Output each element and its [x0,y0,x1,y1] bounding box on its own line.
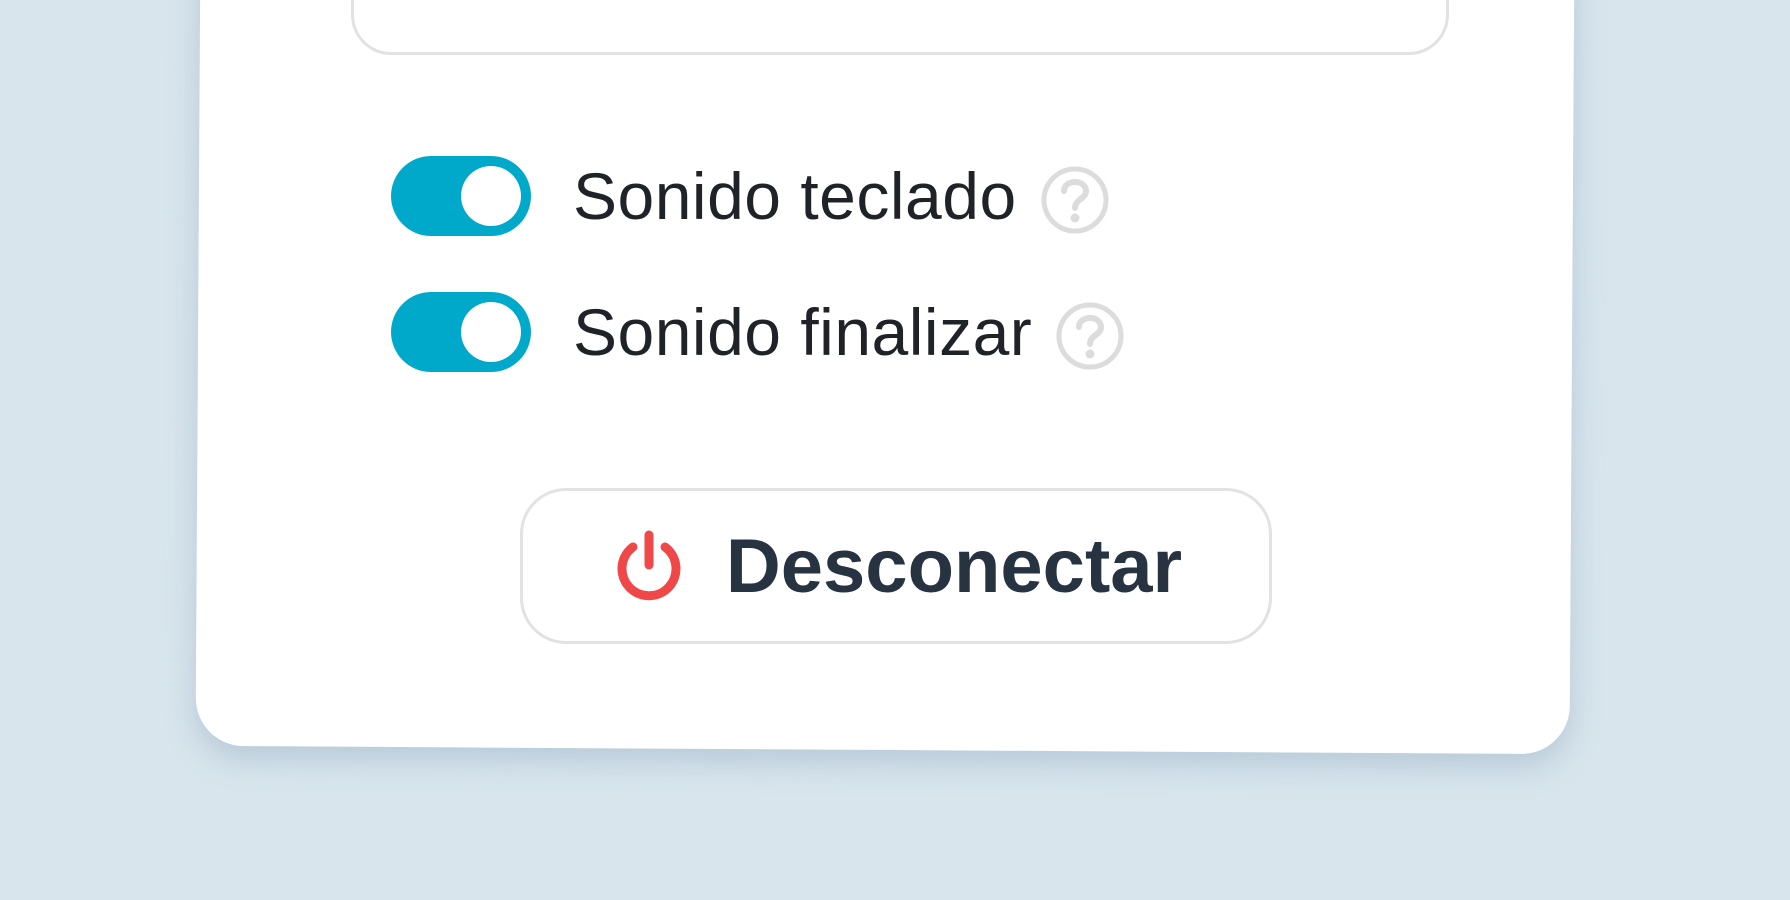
keyboard-sound-setting: Sonido teclado [391,156,1111,236]
finish-sound-toggle[interactable] [391,292,531,372]
help-icon[interactable] [1054,300,1126,372]
help-icon[interactable] [1039,164,1111,236]
toggle-knob [461,166,521,226]
keyboard-sound-toggle[interactable] [391,156,531,236]
top-input-field[interactable] [351,0,1449,55]
disconnect-label: Desconectar [725,523,1183,609]
power-icon [610,527,688,605]
disconnect-button[interactable]: Desconectar [520,488,1272,644]
finish-sound-setting: Sonido finalizar [391,292,1126,372]
keyboard-sound-label: Sonido teclado [573,159,1017,233]
finish-sound-label: Sonido finalizar [573,295,1033,369]
toggle-knob [461,302,521,362]
